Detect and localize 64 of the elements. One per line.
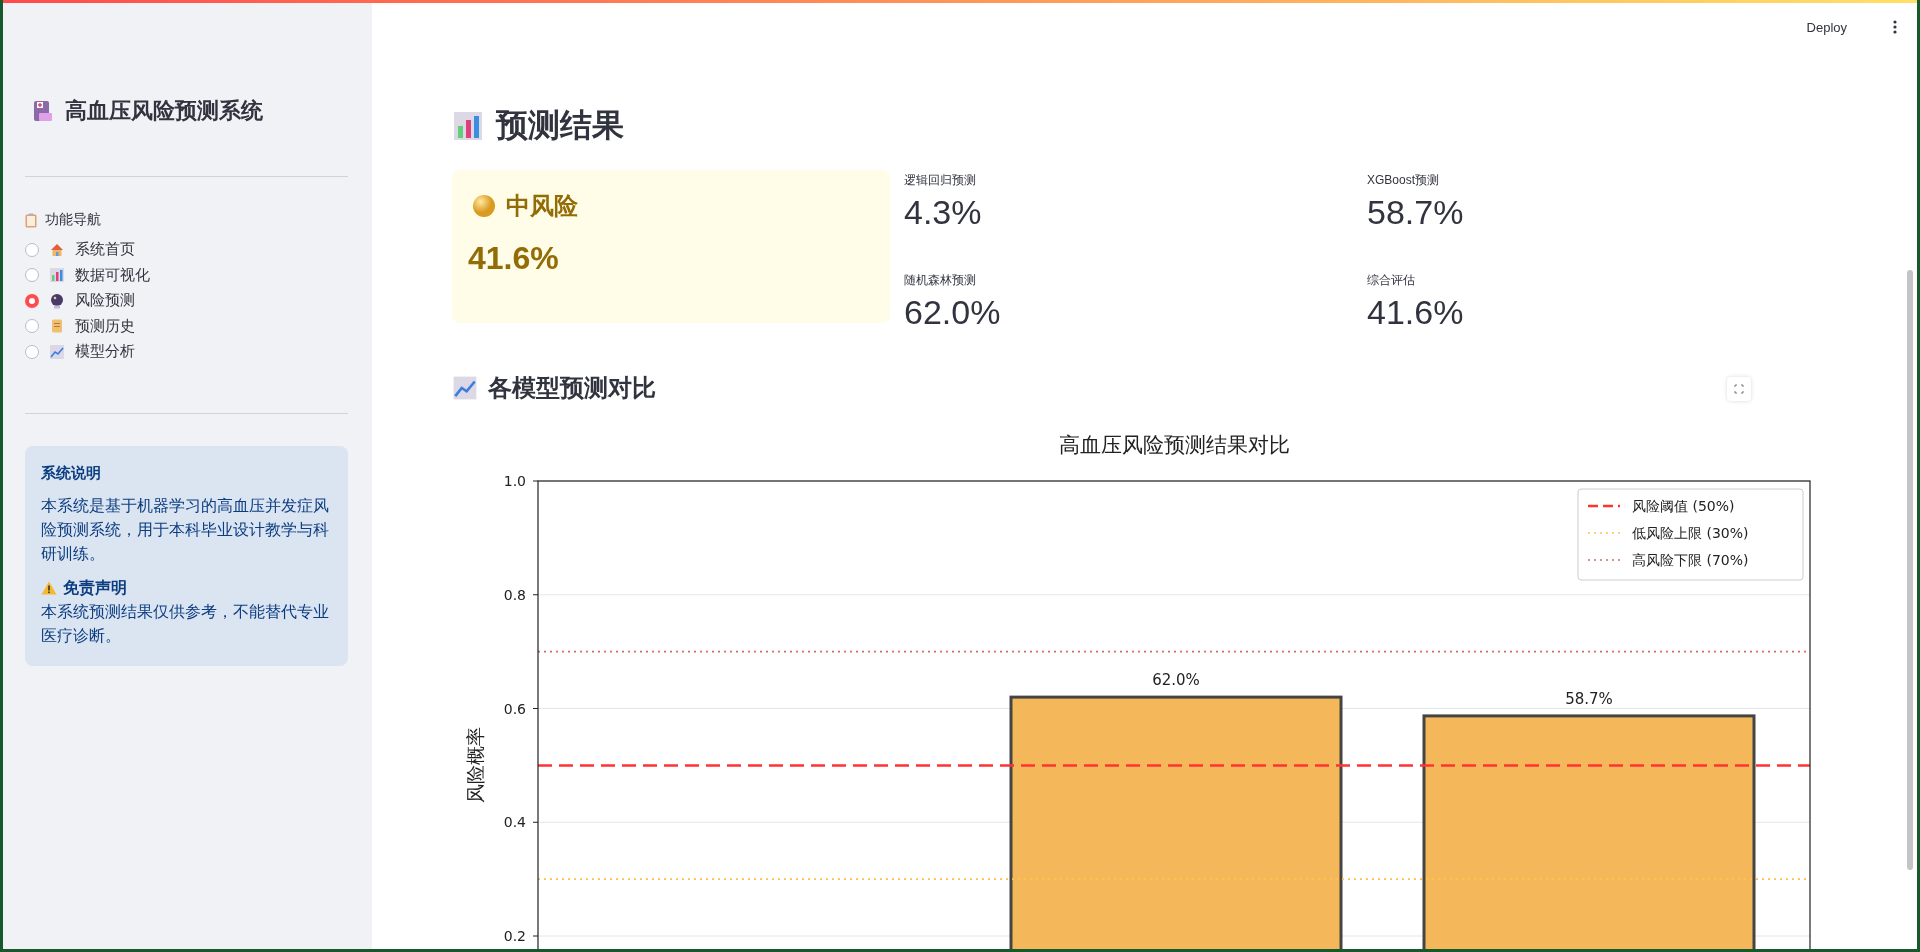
metric-value: 62.0% (904, 293, 1002, 332)
disclaimer-title: 免责声明 (63, 578, 127, 599)
floppy-disk-icon (33, 100, 53, 122)
y-tick-label: 0.6 (503, 700, 526, 717)
metric-label: 随机森林预测 (904, 272, 977, 289)
nav-label: 功能导航 (45, 211, 101, 229)
y-tick-label: 0.8 (503, 586, 526, 603)
metric-value: 4.3% (904, 193, 983, 232)
nav-item-label: 模型分析 (75, 342, 135, 362)
y-tick-label: 0.2 (503, 928, 526, 944)
risk-level: 中风险 (506, 191, 578, 221)
bar-chart-icon (452, 110, 484, 142)
section-heading: 预测结果 (496, 106, 624, 145)
y-tick-label: 0.4 (503, 814, 526, 831)
metric-value: 58.7% (1367, 193, 1465, 232)
info-text: 本系统是基于机器学习的高血压并发症风险预测系统，用于本科毕业设计教学与科研训练。 (41, 496, 330, 564)
nav-radio-item[interactable]: 系统首页 (25, 237, 348, 263)
nav-item-label: 数据可视化 (75, 265, 150, 285)
radio-button[interactable] (25, 242, 39, 257)
metric-label: XGBoost预测 (1367, 172, 1441, 189)
nav-radio-item[interactable]: 风险预测 (25, 288, 348, 314)
line-chart-icon (452, 375, 478, 401)
chart-title: 高血压风险预测结果对比 (1058, 433, 1290, 457)
nav-radio-item[interactable]: 数据可视化 (25, 262, 348, 288)
radio-button[interactable] (25, 268, 39, 283)
nav-item-label: 风险预测 (75, 291, 135, 311)
metric-label: 逻辑回归预测 (904, 172, 977, 189)
radio-button[interactable] (25, 319, 39, 334)
clipboard-icon (25, 212, 37, 228)
info-title: 系统说明 (41, 462, 102, 483)
radio-button[interactable] (25, 293, 39, 308)
metric-value: 41.6% (1367, 293, 1465, 332)
radio-button[interactable] (25, 344, 39, 359)
legend-line-icon (1587, 559, 1621, 561)
line-chart-icon (49, 343, 65, 360)
fullscreen-button[interactable] (1727, 377, 1751, 401)
section-heading: 各模型预测对比 (488, 373, 656, 403)
nav-radio-item[interactable]: 模型分析 (25, 339, 348, 365)
more-menu-icon[interactable] (1893, 20, 1897, 34)
risk-value: 41.6% (468, 240, 560, 277)
bar-value-label: 58.7% (1565, 689, 1613, 708)
bar-value-label: 62.0% (1152, 671, 1200, 690)
disclaimer-text: 本系统预测结果仅供参考，不能替代专业医疗诊断。 (41, 602, 330, 646)
nav-radio-item[interactable]: 预测历史 (25, 313, 348, 339)
crystal-ball-icon (49, 292, 65, 309)
legend-label: 风险阈值 (50%) (1632, 498, 1735, 514)
legend-label: 高风险下限 (70%) (1632, 552, 1749, 568)
deploy-button[interactable]: Deploy (1802, 18, 1851, 37)
legend-line-icon (1587, 532, 1621, 534)
house-icon (49, 241, 65, 258)
legend-line-icon (1588, 504, 1620, 508)
y-tick-label: 1.0 (503, 473, 526, 489)
y-axis-label: 风险概率 (464, 727, 486, 804)
app-title: 高血压风险预测系统 (65, 97, 263, 125)
metric-label: 综合评估 (1367, 272, 1416, 289)
scroll-icon (49, 318, 65, 335)
nav-item-label: 预测历史 (75, 316, 135, 336)
bar-chart-icon (49, 267, 65, 284)
fullscreen-icon[interactable] (1734, 384, 1744, 394)
warning-icon (41, 581, 57, 595)
circle-icon (472, 194, 496, 218)
scrollbar[interactable] (1907, 270, 1913, 870)
nav-item-label: 系统首页 (75, 240, 135, 260)
legend-label: 低风险上限 (30%) (1632, 525, 1749, 541)
